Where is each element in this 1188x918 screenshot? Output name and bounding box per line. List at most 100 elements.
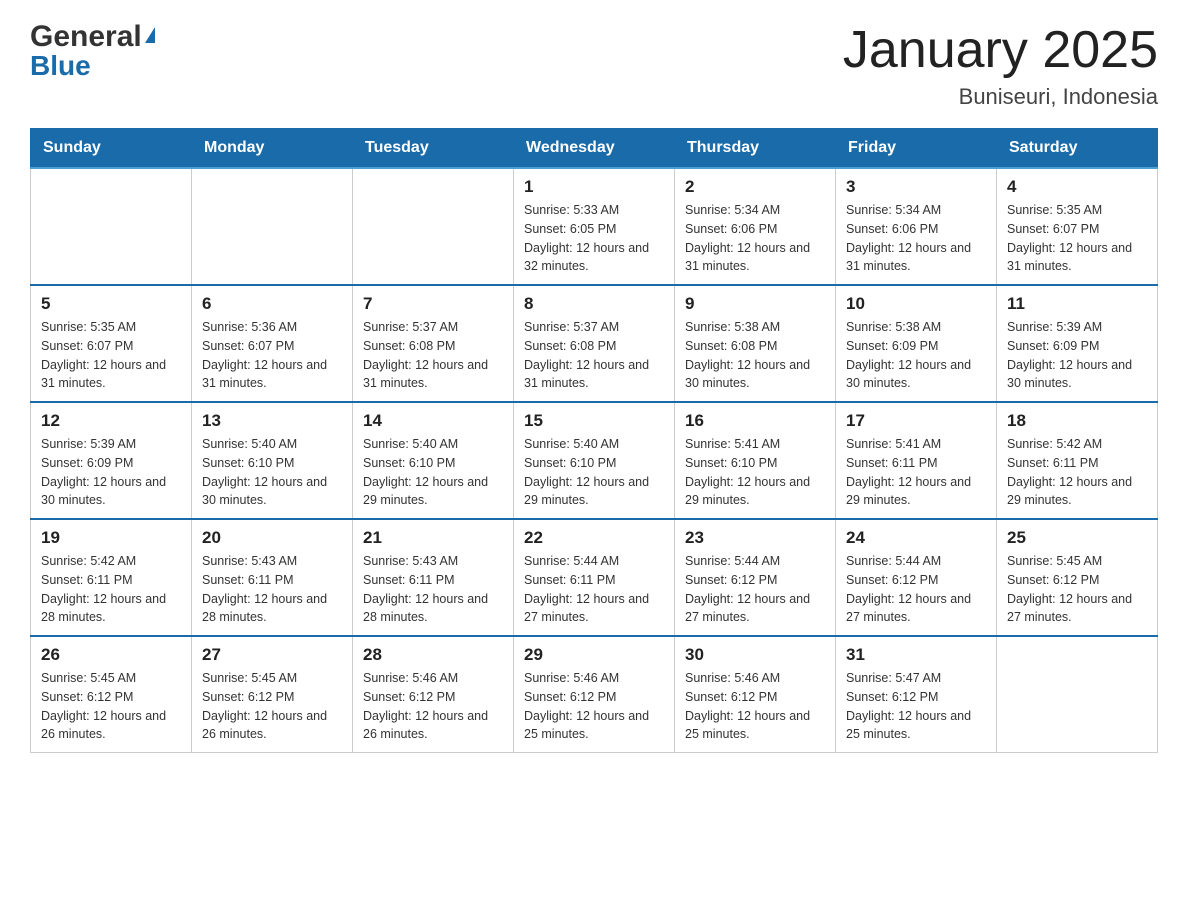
day-info: Sunrise: 5:43 AM Sunset: 6:11 PM Dayligh…	[202, 552, 342, 627]
calendar-cell: 13 Sunrise: 5:40 AM Sunset: 6:10 PM Dayli…	[192, 402, 353, 519]
day-info: Sunrise: 5:41 AM Sunset: 6:10 PM Dayligh…	[685, 435, 825, 510]
day-number: 23	[685, 528, 825, 548]
weekday-header-sunday: Sunday	[31, 129, 192, 169]
day-number: 29	[524, 645, 664, 665]
day-number: 1	[524, 177, 664, 197]
day-info: Sunrise: 5:40 AM Sunset: 6:10 PM Dayligh…	[202, 435, 342, 510]
calendar-cell: 4Sunrise: 5:35 AM Sunset: 6:07 PM Daylig…	[997, 168, 1158, 285]
week-row-4: 26 Sunrise: 5:45 AM Sunset: 6:12 PM Dayli…	[31, 636, 1158, 753]
day-info: Sunrise: 5:37 AM Sunset: 6:08 PM Dayligh…	[363, 318, 503, 393]
calendar-cell: 14Sunrise: 5:40 AM Sunset: 6:10 PM Dayli…	[353, 402, 514, 519]
calendar-cell: 24Sunrise: 5:44 AM Sunset: 6:12 PM Dayli…	[836, 519, 997, 636]
logo-blue: Blue	[30, 50, 91, 82]
day-info: Sunrise: 5:47 AM Sunset: 6:12 PM Dayligh…	[846, 669, 986, 744]
calendar-table: SundayMondayTuesdayWednesdayThursdayFrid…	[30, 128, 1158, 753]
day-number: 21	[363, 528, 503, 548]
calendar-cell: 12 Sunrise: 5:39 AM Sunset: 6:09 PM Dayli…	[31, 402, 192, 519]
weekday-header-tuesday: Tuesday	[353, 129, 514, 169]
day-number: 10	[846, 294, 986, 314]
calendar-cell	[31, 168, 192, 285]
day-info: Sunrise: 5:46 AM Sunset: 6:12 PM Dayligh…	[363, 669, 503, 744]
day-number: 11	[1007, 294, 1147, 314]
calendar-cell: 22 Sunrise: 5:44 AM Sunset: 6:11 PM Dayli…	[514, 519, 675, 636]
day-info: Sunrise: 5:42 AM Sunset: 6:11 PM Dayligh…	[1007, 435, 1147, 510]
calendar-cell: 28Sunrise: 5:46 AM Sunset: 6:12 PM Dayli…	[353, 636, 514, 753]
day-number: 27	[202, 645, 342, 665]
logo-arrow-icon	[145, 27, 155, 43]
calendar-cell: 30 Sunrise: 5:46 AM Sunset: 6:12 PM Dayli…	[675, 636, 836, 753]
day-number: 25	[1007, 528, 1147, 548]
calendar-cell: 15 Sunrise: 5:40 AM Sunset: 6:10 PM Dayli…	[514, 402, 675, 519]
day-number: 31	[846, 645, 986, 665]
calendar-cell: 19Sunrise: 5:42 AM Sunset: 6:11 PM Dayli…	[31, 519, 192, 636]
weekday-header-row: SundayMondayTuesdayWednesdayThursdayFrid…	[31, 129, 1158, 169]
calendar-subtitle: Buniseuri, Indonesia	[843, 84, 1158, 110]
calendar-cell: 31 Sunrise: 5:47 AM Sunset: 6:12 PM Dayli…	[836, 636, 997, 753]
day-number: 5	[41, 294, 181, 314]
day-number: 13	[202, 411, 342, 431]
calendar-cell	[353, 168, 514, 285]
calendar-cell: 25 Sunrise: 5:45 AM Sunset: 6:12 PM Dayli…	[997, 519, 1158, 636]
day-number: 9	[685, 294, 825, 314]
calendar-cell: 7 Sunrise: 5:37 AM Sunset: 6:08 PM Daylig…	[353, 285, 514, 402]
title-area: January 2025 Buniseuri, Indonesia	[843, 20, 1158, 110]
day-number: 4	[1007, 177, 1147, 197]
calendar-cell: 26 Sunrise: 5:45 AM Sunset: 6:12 PM Dayli…	[31, 636, 192, 753]
day-number: 7	[363, 294, 503, 314]
calendar-cell: 17Sunrise: 5:41 AM Sunset: 6:11 PM Dayli…	[836, 402, 997, 519]
day-info: Sunrise: 5:39 AM Sunset: 6:09 PM Dayligh…	[41, 435, 181, 510]
calendar-cell: 2Sunrise: 5:34 AM Sunset: 6:06 PM Daylig…	[675, 168, 836, 285]
day-info: Sunrise: 5:45 AM Sunset: 6:12 PM Dayligh…	[41, 669, 181, 744]
week-row-3: 19Sunrise: 5:42 AM Sunset: 6:11 PM Dayli…	[31, 519, 1158, 636]
week-row-1: 5Sunrise: 5:35 AM Sunset: 6:07 PM Daylig…	[31, 285, 1158, 402]
weekday-header-thursday: Thursday	[675, 129, 836, 169]
page-header: General Blue January 2025 Buniseuri, Ind…	[30, 20, 1158, 110]
day-info: Sunrise: 5:38 AM Sunset: 6:08 PM Dayligh…	[685, 318, 825, 393]
calendar-cell: 1 Sunrise: 5:33 AM Sunset: 6:05 PM Daylig…	[514, 168, 675, 285]
day-info: Sunrise: 5:46 AM Sunset: 6:12 PM Dayligh…	[685, 669, 825, 744]
day-number: 22	[524, 528, 664, 548]
day-info: Sunrise: 5:44 AM Sunset: 6:12 PM Dayligh…	[685, 552, 825, 627]
calendar-cell: 18Sunrise: 5:42 AM Sunset: 6:11 PM Dayli…	[997, 402, 1158, 519]
logo-general: General	[30, 20, 142, 54]
day-number: 3	[846, 177, 986, 197]
day-number: 20	[202, 528, 342, 548]
day-info: Sunrise: 5:40 AM Sunset: 6:10 PM Dayligh…	[524, 435, 664, 510]
day-info: Sunrise: 5:45 AM Sunset: 6:12 PM Dayligh…	[1007, 552, 1147, 627]
day-number: 16	[685, 411, 825, 431]
day-info: Sunrise: 5:44 AM Sunset: 6:11 PM Dayligh…	[524, 552, 664, 627]
calendar-cell: 8 Sunrise: 5:37 AM Sunset: 6:08 PM Daylig…	[514, 285, 675, 402]
day-number: 12	[41, 411, 181, 431]
calendar-title: January 2025	[843, 20, 1158, 80]
weekday-header-saturday: Saturday	[997, 129, 1158, 169]
day-info: Sunrise: 5:34 AM Sunset: 6:06 PM Dayligh…	[846, 201, 986, 276]
day-info: Sunrise: 5:33 AM Sunset: 6:05 PM Dayligh…	[524, 201, 664, 276]
calendar-cell: 6Sunrise: 5:36 AM Sunset: 6:07 PM Daylig…	[192, 285, 353, 402]
calendar-cell: 9 Sunrise: 5:38 AM Sunset: 6:08 PM Daylig…	[675, 285, 836, 402]
day-info: Sunrise: 5:42 AM Sunset: 6:11 PM Dayligh…	[41, 552, 181, 627]
day-info: Sunrise: 5:46 AM Sunset: 6:12 PM Dayligh…	[524, 669, 664, 744]
calendar-cell: 5Sunrise: 5:35 AM Sunset: 6:07 PM Daylig…	[31, 285, 192, 402]
calendar-cell: 10 Sunrise: 5:38 AM Sunset: 6:09 PM Dayli…	[836, 285, 997, 402]
calendar-cell: 23 Sunrise: 5:44 AM Sunset: 6:12 PM Dayli…	[675, 519, 836, 636]
day-info: Sunrise: 5:38 AM Sunset: 6:09 PM Dayligh…	[846, 318, 986, 393]
day-number: 15	[524, 411, 664, 431]
day-info: Sunrise: 5:45 AM Sunset: 6:12 PM Dayligh…	[202, 669, 342, 744]
weekday-header-monday: Monday	[192, 129, 353, 169]
logo: General Blue	[30, 20, 155, 82]
day-number: 14	[363, 411, 503, 431]
calendar-cell	[192, 168, 353, 285]
calendar-cell: 20 Sunrise: 5:43 AM Sunset: 6:11 PM Dayli…	[192, 519, 353, 636]
day-number: 6	[202, 294, 342, 314]
day-number: 26	[41, 645, 181, 665]
calendar-cell: 29 Sunrise: 5:46 AM Sunset: 6:12 PM Dayli…	[514, 636, 675, 753]
week-row-2: 12 Sunrise: 5:39 AM Sunset: 6:09 PM Dayli…	[31, 402, 1158, 519]
day-info: Sunrise: 5:39 AM Sunset: 6:09 PM Dayligh…	[1007, 318, 1147, 393]
day-number: 2	[685, 177, 825, 197]
day-number: 8	[524, 294, 664, 314]
weekday-header-wednesday: Wednesday	[514, 129, 675, 169]
calendar-cell: 16 Sunrise: 5:41 AM Sunset: 6:10 PM Dayli…	[675, 402, 836, 519]
day-number: 24	[846, 528, 986, 548]
day-info: Sunrise: 5:37 AM Sunset: 6:08 PM Dayligh…	[524, 318, 664, 393]
day-number: 30	[685, 645, 825, 665]
